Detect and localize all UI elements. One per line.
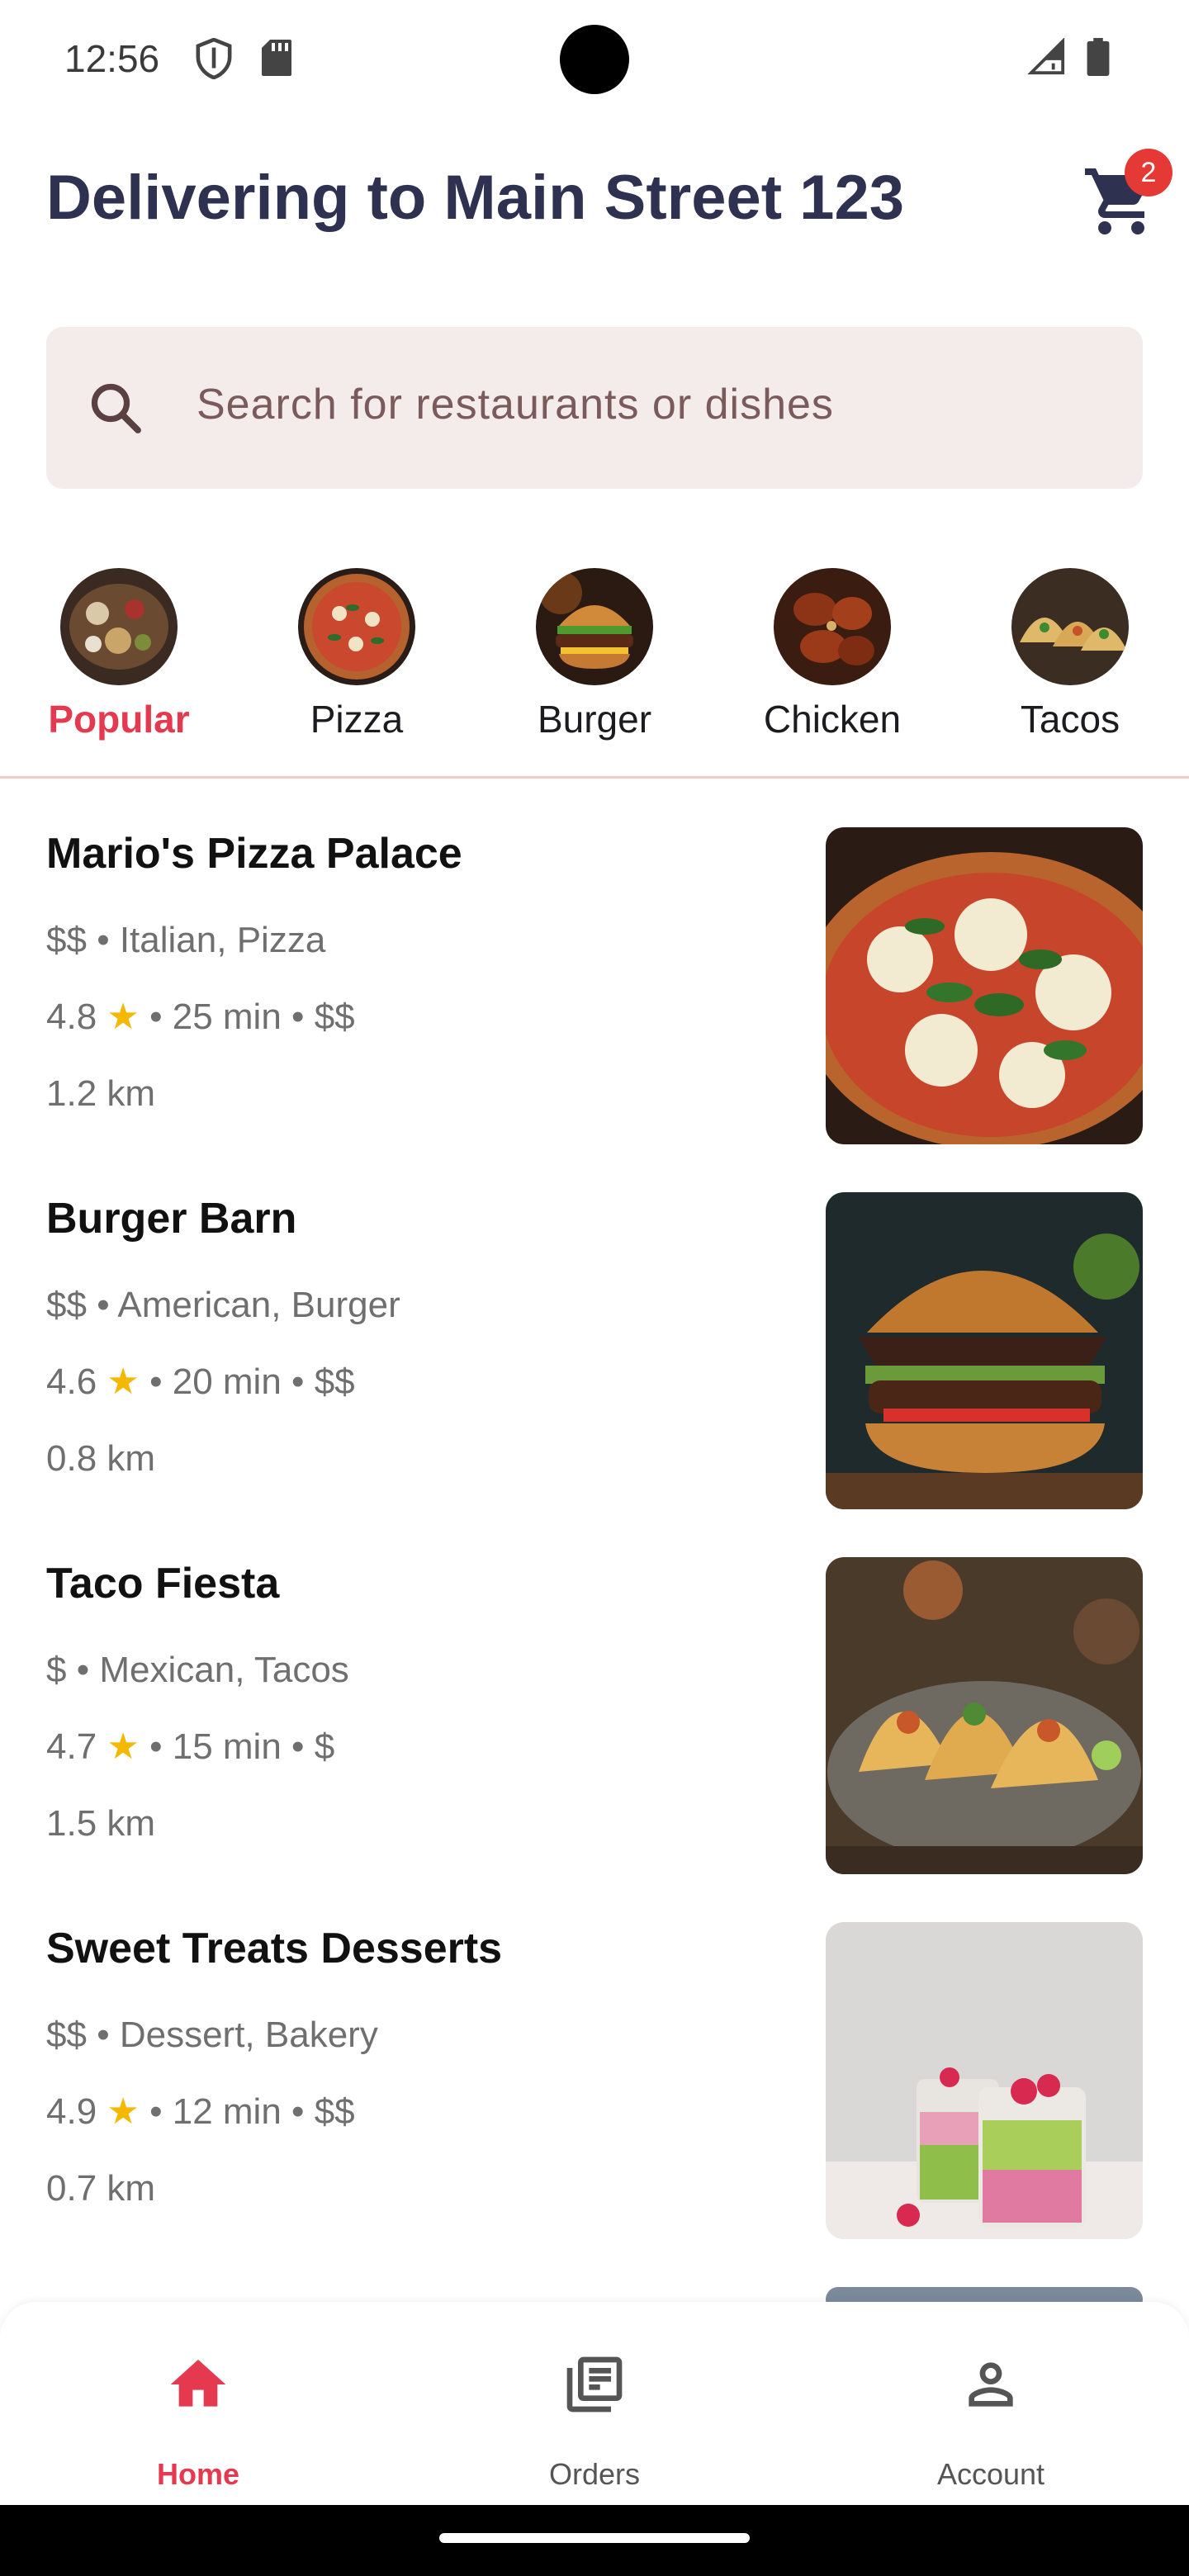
restaurant-card-marios[interactable]: Mario's Pizza Palace $$ • Italian, Pizza… xyxy=(0,827,1189,1176)
status-time: 12:56 xyxy=(64,37,160,80)
cart-count-badge: 2 xyxy=(1125,149,1172,197)
restaurant-meta: 4.9 ★ • 12 min • $$ xyxy=(46,2091,355,2132)
nav-label: Account xyxy=(936,2457,1045,2491)
search-icon xyxy=(86,378,145,442)
chicken-category-image xyxy=(774,568,891,685)
restaurant-card-sweet-treats[interactable]: Sweet Treats Desserts $$ • Dessert, Bake… xyxy=(0,1922,1189,2271)
orders-icon xyxy=(561,2351,628,2422)
restaurant-image xyxy=(826,827,1143,1144)
restaurant-name: Burger Barn xyxy=(46,1195,297,1243)
restaurant-meta: 4.7 ★ • 15 min • $ xyxy=(46,1726,335,1767)
nav-label: Home xyxy=(156,2457,240,2491)
signal-icon xyxy=(1027,37,1067,80)
category-popular[interactable]: Popular xyxy=(36,568,201,750)
popular-category-image xyxy=(60,568,178,685)
restaurant-cuisine: $$ • Dessert, Bakery xyxy=(46,2015,378,2055)
page-title: Delivering to Main Street 123 xyxy=(46,163,904,233)
restaurant-meta: 4.6 ★ • 20 min • $$ xyxy=(46,1361,355,1402)
restaurant-distance: 1.2 km xyxy=(46,1073,156,1114)
home-icon xyxy=(165,2351,231,2422)
restaurant-card-taco-fiesta[interactable]: Taco Fiesta $ • Mexican, Tacos 4.7 ★ • 1… xyxy=(0,1557,1189,1906)
battery-icon xyxy=(1087,38,1110,80)
nav-account[interactable]: Account xyxy=(867,2337,1115,2493)
search-input[interactable] xyxy=(197,363,1105,446)
restaurant-cuisine: $ • Mexican, Tacos xyxy=(46,1650,349,1690)
restaurant-cuisine: $$ • Italian, Pizza xyxy=(46,920,326,960)
nav-home[interactable]: Home xyxy=(74,2337,322,2493)
home-gesture-handle[interactable] xyxy=(439,2533,750,2543)
category-divider xyxy=(0,776,1189,779)
star-icon: ★ xyxy=(107,1361,140,1402)
nav-orders[interactable]: Orders xyxy=(471,2337,718,2493)
category-burger[interactable]: Burger xyxy=(512,568,677,750)
star-icon: ★ xyxy=(107,2091,140,2132)
category-label: Pizza xyxy=(310,698,404,741)
restaurant-image xyxy=(826,1922,1143,2239)
star-icon: ★ xyxy=(107,1726,140,1767)
restaurant-distance: 1.5 km xyxy=(46,1803,156,1844)
nav-label: Orders xyxy=(548,2457,641,2491)
burger-category-image xyxy=(536,568,653,685)
tacos-category-image xyxy=(1011,568,1129,685)
star-icon: ★ xyxy=(107,997,140,1037)
restaurant-image xyxy=(826,1557,1143,1874)
category-chicken[interactable]: Chicken xyxy=(750,568,915,750)
category-label: Burger xyxy=(537,698,652,741)
restaurant-card-burger-barn[interactable]: Burger Barn $$ • American, Burger 4.6 ★ … xyxy=(0,1192,1189,1541)
category-label: Chicken xyxy=(763,698,902,741)
restaurant-distance: 0.7 km xyxy=(46,2168,156,2209)
sd-card-icon xyxy=(259,38,294,82)
restaurant-cuisine: $$ • American, Burger xyxy=(46,1285,400,1325)
category-pizza[interactable]: Pizza xyxy=(274,568,439,750)
restaurant-name: Sweet Treats Desserts xyxy=(46,1925,503,1972)
category-label: Popular xyxy=(48,698,190,741)
restaurant-distance: 0.8 km xyxy=(46,1438,156,1479)
shield-icon xyxy=(195,37,233,83)
account-icon xyxy=(958,2351,1024,2422)
restaurant-name: Taco Fiesta xyxy=(46,1560,280,1608)
restaurant-image xyxy=(826,1192,1143,1509)
restaurant-name: Mario's Pizza Palace xyxy=(46,830,462,878)
status-bar: 12:56 xyxy=(0,0,1189,116)
category-tacos[interactable]: Tacos xyxy=(988,568,1153,750)
pizza-category-image xyxy=(298,568,415,685)
restaurant-meta: 4.8 ★ • 25 min • $$ xyxy=(46,997,355,1037)
camera-cutout xyxy=(560,25,629,94)
category-label: Tacos xyxy=(1020,698,1120,741)
